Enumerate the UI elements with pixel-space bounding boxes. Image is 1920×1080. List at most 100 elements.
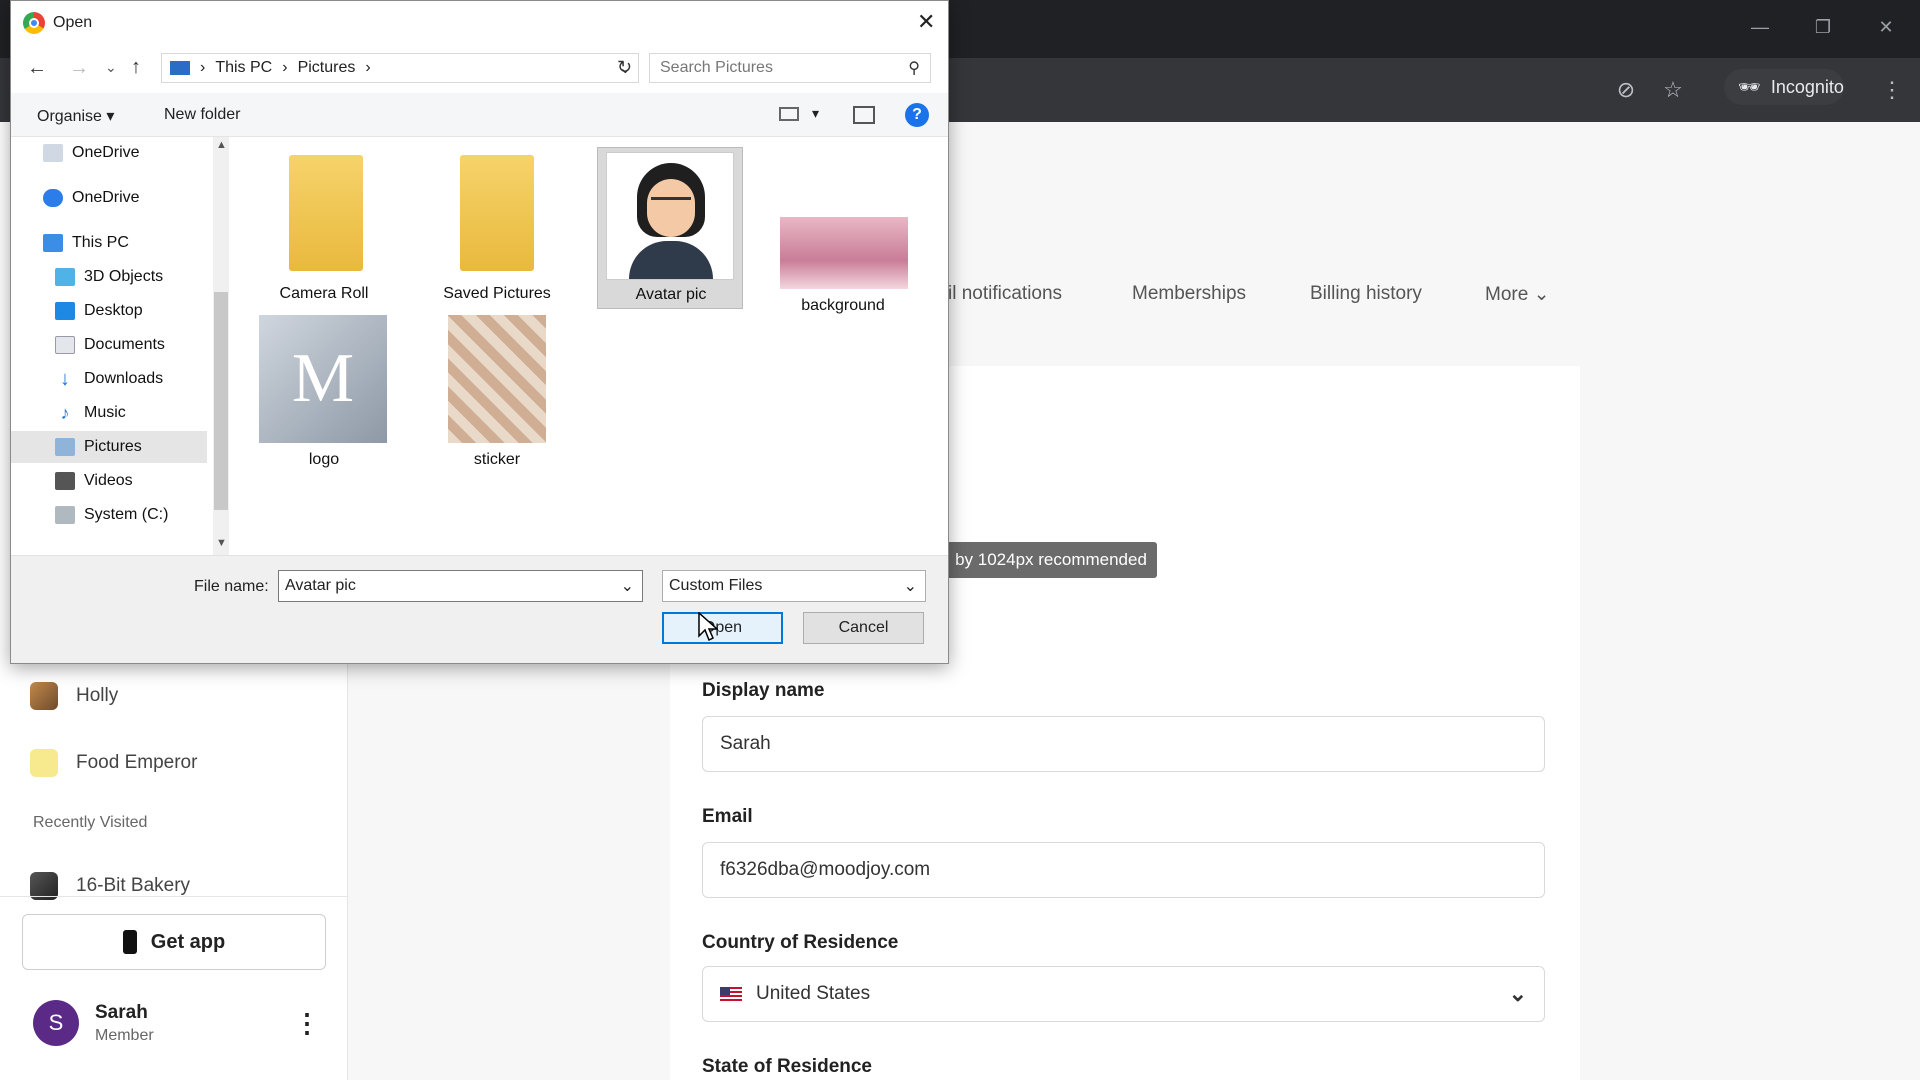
nav-item-pictures[interactable]: Pictures: [11, 431, 207, 463]
get-app-button[interactable]: Get app: [22, 914, 326, 970]
nav-item-downloads[interactable]: ↓ Downloads: [11, 363, 211, 395]
tab-more[interactable]: More ⌄: [1485, 283, 1550, 306]
restore-icon[interactable]: ❐: [1803, 12, 1843, 42]
file-name-label: File name:: [194, 578, 269, 595]
kebab-menu-icon[interactable]: ⋮: [1880, 78, 1904, 102]
incognito-badge[interactable]: 🕶 Incognito: [1724, 69, 1844, 105]
file-name-input[interactable]: Avatar pic ⌄: [278, 570, 643, 602]
search-input[interactable]: Search Pictures ⚲: [649, 53, 931, 83]
file-item-label: sticker: [473, 451, 521, 468]
file-item-avatar-pic[interactable]: Avatar pic: [597, 147, 743, 309]
file-item-saved-pictures[interactable]: Saved Pictures: [424, 149, 570, 311]
avatar-pic-thumbnail: [606, 152, 734, 280]
nav-item-videos[interactable]: Videos: [11, 465, 211, 497]
nav-item-label: Desktop: [84, 302, 143, 319]
refresh-icon[interactable]: ↻: [617, 57, 632, 78]
navigation-pane: OneDrive OneDrive This PC 3D Objects Des…: [11, 137, 231, 555]
incognito-label: Incognito: [1770, 76, 1844, 97]
nav-item-this-pc[interactable]: This PC: [11, 227, 211, 259]
file-item-background[interactable]: background: [770, 149, 916, 314]
minimize-icon[interactable]: —: [1740, 12, 1780, 42]
drive-c-icon: [55, 506, 75, 524]
nav-item-3d-objects[interactable]: 3D Objects: [11, 261, 211, 293]
breadcrumb-separator-icon: ›: [200, 59, 206, 76]
nav-item-label: OneDrive: [72, 144, 140, 161]
country-select[interactable]: United States ⌄: [702, 966, 1545, 1022]
file-open-dialog: Open ✕ ← → ⌄ ↑ › This PC › Pictures › ⌄ …: [10, 0, 949, 664]
pictures-icon: [55, 438, 75, 456]
organise-label: Organise: [37, 108, 102, 125]
sidebar-item-label: Food Emperor: [76, 752, 198, 773]
avatar[interactable]: S: [33, 1000, 79, 1046]
us-flag-icon: [720, 986, 742, 1002]
scroll-down-icon[interactable]: ▼: [216, 537, 227, 549]
close-icon[interactable]: ✕: [917, 9, 935, 35]
back-arrow-icon[interactable]: ←: [27, 57, 47, 80]
tab-email-notifications[interactable]: il notifications: [948, 283, 1062, 305]
sidebar-item-food-emperor[interactable]: Food Emperor: [30, 749, 197, 777]
nav-item-label: Pictures: [84, 438, 142, 455]
nav-item-music[interactable]: ♪ Music: [11, 397, 211, 429]
nav-item-label: This PC: [72, 234, 129, 251]
country-value: United States: [756, 983, 871, 1004]
scroll-up-icon[interactable]: ▲: [216, 139, 227, 151]
new-folder-button[interactable]: New folder: [164, 106, 240, 124]
breadcrumb-this-pc[interactable]: This PC: [215, 59, 272, 77]
file-item-logo[interactable]: M logo: [251, 313, 397, 475]
organise-button[interactable]: Organise ▾: [37, 106, 114, 126]
recent-locations-icon[interactable]: ⌄: [105, 59, 117, 76]
display-name-label: Display name: [702, 680, 825, 701]
nav-scrollbar[interactable]: ▲ ▼: [213, 137, 229, 555]
state-label: State of Residence: [702, 1056, 872, 1077]
display-name-value: Sarah: [720, 733, 771, 754]
eye-off-icon[interactable]: ⊘: [1614, 78, 1638, 102]
chevron-down-icon[interactable]: ⌄: [621, 576, 634, 596]
this-pc-icon: [43, 234, 63, 252]
file-type-select[interactable]: Custom Files ⌄: [662, 570, 926, 602]
breadcrumb-separator-icon: ›: [282, 59, 288, 76]
tab-more-label: More: [1485, 284, 1529, 305]
this-pc-icon: [170, 61, 190, 75]
view-dropdown-icon[interactable]: ▾: [812, 105, 819, 122]
search-icon: ⚲: [908, 60, 920, 77]
chevron-down-icon: ⌄: [1508, 981, 1527, 1006]
tab-memberships[interactable]: Memberships: [1132, 283, 1246, 305]
breadcrumb-pictures[interactable]: Pictures: [298, 59, 356, 77]
forward-arrow-icon[interactable]: →: [69, 57, 89, 80]
nav-item-system-c[interactable]: System (C:): [11, 499, 211, 531]
nav-item-desktop[interactable]: Desktop: [11, 295, 211, 327]
email-input[interactable]: f6326dba@moodjoy.com: [702, 842, 1545, 898]
preview-pane-icon[interactable]: [853, 106, 875, 124]
star-icon[interactable]: ☆: [1661, 78, 1685, 102]
up-arrow-icon[interactable]: ↑: [131, 56, 141, 79]
help-icon[interactable]: ?: [905, 103, 929, 127]
videos-icon: [55, 472, 75, 490]
folder-icon: [460, 155, 534, 271]
nav-item-onedrive[interactable]: OneDrive: [11, 137, 211, 169]
nav-item-documents[interactable]: Documents: [11, 329, 211, 361]
folder-icon: [289, 155, 363, 271]
divider: [0, 896, 348, 897]
nav-item-label: 3D Objects: [84, 268, 164, 285]
sidebar-item-holly[interactable]: Holly: [30, 682, 118, 710]
open-button[interactable]: Open: [662, 612, 783, 644]
cancel-button[interactable]: Cancel: [803, 612, 924, 644]
sticker-thumbnail: [448, 315, 546, 443]
tab-billing-history[interactable]: Billing history: [1310, 283, 1422, 305]
3d-objects-icon: [55, 268, 75, 286]
nav-item-onedrive-cloud[interactable]: OneDrive: [11, 182, 211, 214]
documents-icon: [55, 336, 75, 354]
display-name-input[interactable]: Sarah: [702, 716, 1545, 772]
chrome-logo-icon: [23, 12, 45, 34]
chevron-down-icon: ⌄: [903, 578, 917, 595]
file-item-sticker[interactable]: sticker: [424, 313, 570, 475]
recently-visited-heading: Recently Visited: [33, 814, 148, 831]
mouse-cursor-icon: [698, 612, 718, 642]
view-options-icon[interactable]: [779, 107, 799, 121]
get-app-label: Get app: [150, 930, 226, 953]
address-bar[interactable]: › This PC › Pictures › ⌄: [161, 53, 639, 83]
close-window-icon[interactable]: ✕: [1866, 12, 1906, 42]
scrollbar-thumb[interactable]: [214, 292, 228, 510]
file-item-camera-roll[interactable]: Camera Roll: [251, 149, 397, 311]
user-menu-icon[interactable]: ⋮: [294, 1008, 320, 1039]
